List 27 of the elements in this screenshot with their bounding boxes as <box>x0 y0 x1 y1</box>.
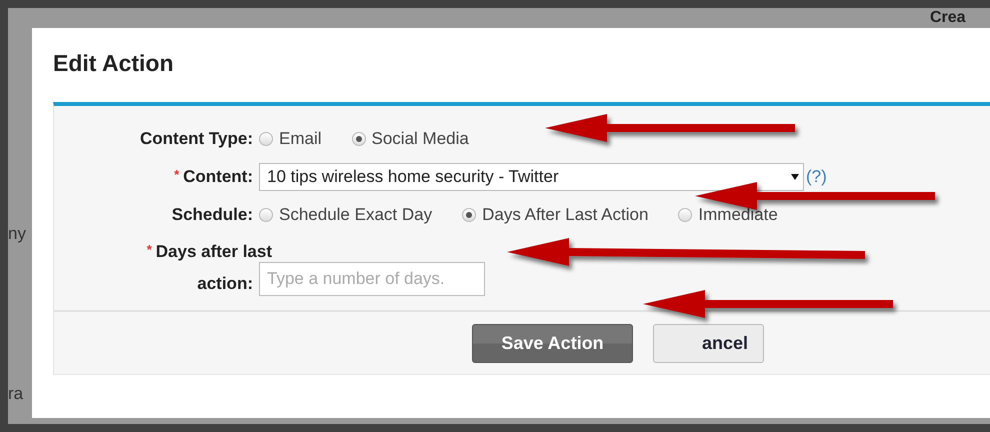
cancel-button[interactable]: ancel <box>653 324 764 363</box>
option-label: Email <box>279 129 322 149</box>
save-button[interactable]: Save Action <box>472 324 633 363</box>
option-label: Schedule Exact Day <box>279 205 432 225</box>
required-mark: * <box>146 242 152 257</box>
help-link[interactable]: (?) <box>806 167 827 187</box>
option-label: Immediate <box>698 205 778 225</box>
radio-button[interactable] <box>678 208 692 222</box>
radio-button[interactable] <box>259 132 273 146</box>
field-label: Content Type: <box>138 129 254 149</box>
field-label: action: <box>197 274 253 294</box>
option-label: Days After Last Action <box>482 205 648 225</box>
page-text: ra <box>8 384 24 404</box>
radio-button[interactable] <box>352 132 366 146</box>
page-text: Crea <box>930 8 966 28</box>
field-label: Content: <box>183 167 253 186</box>
content-dropdown[interactable]: 10 tips wireless home security - Twitter <box>259 163 804 191</box>
days-input-field[interactable]: Type a number of days. <box>259 262 485 296</box>
radio-button[interactable] <box>462 208 476 222</box>
required-mark: * <box>174 167 180 182</box>
dialog-title: Edit Action <box>52 49 175 78</box>
field-label: Days after last <box>156 242 272 261</box>
field-label: Schedule: <box>170 205 254 225</box>
page-text: ny <box>8 224 26 244</box>
option-label: Social Media <box>372 129 469 149</box>
caret-icon <box>791 174 799 180</box>
radio-button[interactable] <box>259 208 273 222</box>
